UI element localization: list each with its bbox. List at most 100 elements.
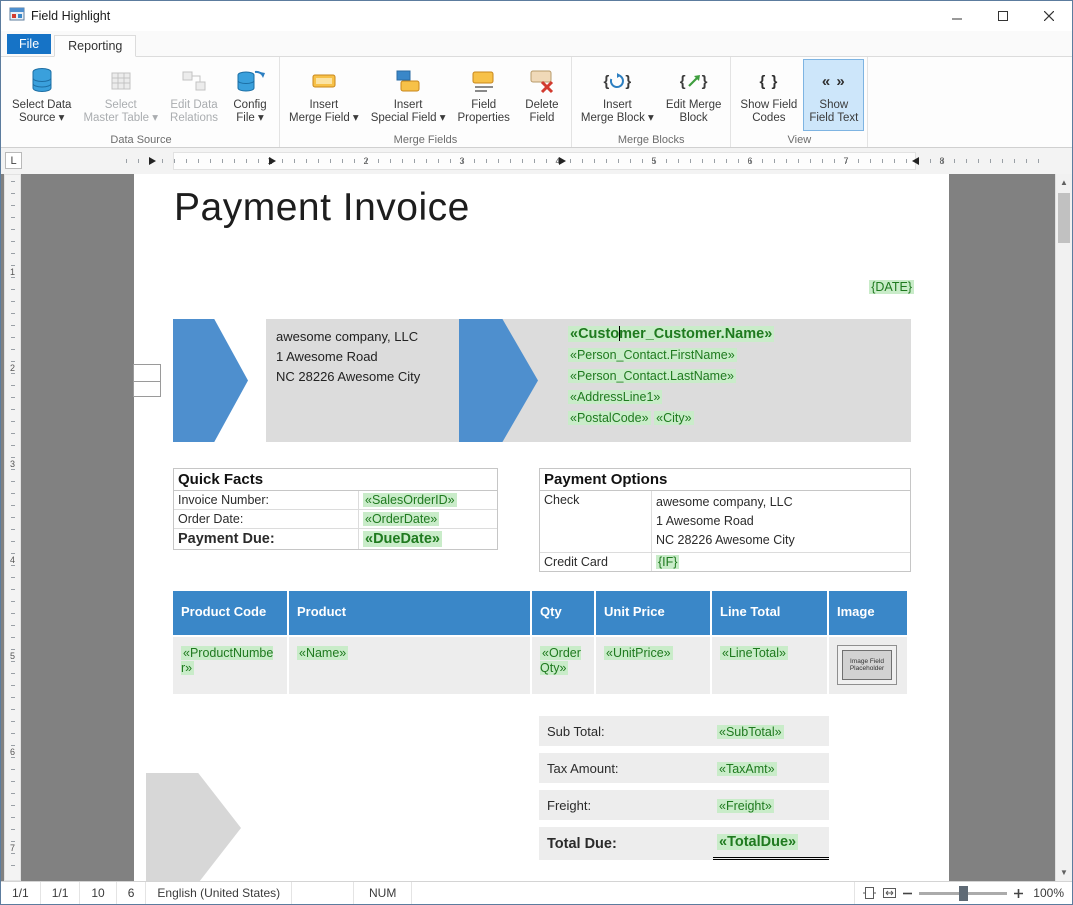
sender-address-block: awesome company, LLC 1 Awesome Road NC 2… (266, 319, 444, 442)
merge-block-edit-icon: { } (680, 63, 708, 99)
zoom-out-icon[interactable] (903, 889, 912, 898)
blue-arrow-shape[interactable] (459, 319, 538, 442)
close-button[interactable] (1026, 1, 1072, 31)
insert-merge-block-button[interactable]: { } Insert Merge Block ▾ (575, 59, 660, 131)
language-indicator[interactable]: English (United States) (146, 882, 292, 904)
city-merge-field[interactable]: «City» (654, 411, 693, 425)
unit-price-merge-field[interactable]: «UnitPrice» (604, 646, 673, 660)
button-label: Master Table ▾ (83, 112, 158, 125)
scroll-up-icon[interactable]: ▲ (1056, 174, 1072, 191)
table-row: Credit Card {IF} (540, 553, 910, 571)
row-label: Invoice Number: (174, 491, 359, 509)
ruler-number: 3 (459, 156, 464, 166)
brace-glyph: } (625, 75, 631, 88)
quick-facts-table: Quick Facts Invoice Number: «SalesOrderI… (173, 468, 498, 550)
order-date-merge-field[interactable]: «OrderDate» (363, 512, 439, 526)
scroll-down-icon[interactable]: ▼ (1056, 864, 1072, 881)
show-field-codes-button[interactable]: { } Show Field Codes (734, 59, 803, 131)
insert-merge-field-button[interactable]: Insert Merge Field ▾ (283, 59, 365, 131)
blue-arrow-shape[interactable] (173, 319, 248, 442)
ruler-number: 5 (10, 651, 15, 661)
select-master-table-button: Select Master Table ▾ (77, 59, 164, 131)
row-label: Credit Card (540, 553, 652, 571)
product-number-merge-field[interactable]: «ProductNumber» (181, 646, 273, 675)
product-table-row: «ProductNumber» «Name» «OrderQty» «UnitP… (173, 635, 907, 694)
field-properties-button[interactable]: Field Properties (452, 59, 516, 131)
horizontal-ruler[interactable]: 12345678 (26, 148, 1055, 174)
tab-file[interactable]: File (7, 34, 51, 54)
sender-line: awesome company, LLC (276, 327, 444, 347)
vertical-scrollbar[interactable]: ▲ ▼ (1055, 174, 1072, 881)
show-field-text-button[interactable]: « » Show Field Text (803, 59, 864, 131)
zoom-in-icon[interactable] (1014, 889, 1023, 898)
date-merge-field[interactable]: {DATE} (869, 280, 914, 294)
last-name-merge-field[interactable]: «Person_Contact.LastName» (568, 369, 736, 383)
sender-line: 1 Awesome Road (276, 347, 444, 367)
vertical-ruler[interactable]: 1234567 (4, 174, 21, 881)
row-label: Sub Total: (539, 724, 713, 739)
zoom-level-label[interactable]: 100% (1030, 886, 1064, 900)
ruler-number: 1 (10, 267, 15, 277)
tab-stop-selector[interactable]: L (5, 152, 22, 169)
edit-data-relations-button: Edit Data Relations (164, 59, 224, 131)
button-label: Insert (309, 99, 338, 112)
database-refresh-icon (235, 63, 265, 99)
special-field-icon (395, 63, 421, 99)
field-codes-icon: { } (759, 63, 778, 99)
first-name-merge-field[interactable]: «Person_Contact.FirstName» (568, 348, 737, 362)
text-cursor (619, 326, 620, 341)
table-row: Order Date: «OrderDate» (174, 510, 497, 529)
section-indicator: 1/1 (41, 882, 81, 904)
left-margin-marker[interactable] (149, 157, 156, 165)
check-address-line: 1 Awesome Road (656, 512, 906, 531)
select-data-source-button[interactable]: Select Data Source ▾ (6, 59, 77, 131)
edit-merge-block-button[interactable]: { } Edit Merge Block (660, 59, 728, 131)
table-column-marker[interactable] (559, 157, 566, 165)
zoom-slider[interactable] (919, 892, 1007, 895)
address-merge-field[interactable]: «AddressLine1» (568, 390, 662, 404)
totals-table: Sub Total: «SubTotal» Tax Amount: «TaxAm… (539, 716, 829, 860)
table-row: Tax Amount: «TaxAmt» (539, 753, 829, 783)
delete-field-icon (529, 63, 555, 99)
scrollbar-thumb[interactable] (1058, 193, 1070, 243)
ribbon-tab-bar: File Reporting (1, 31, 1072, 57)
button-label: Block (680, 112, 708, 125)
name-merge-field[interactable]: «Name» (297, 646, 348, 660)
table-row: Invoice Number: «SalesOrderID» (174, 491, 497, 510)
row-label: Freight: (539, 798, 713, 813)
line-total-merge-field[interactable]: «LineTotal» (720, 646, 788, 660)
tab-reporting[interactable]: Reporting (54, 35, 136, 57)
row-label: Check (540, 491, 652, 552)
right-margin-marker[interactable] (912, 157, 919, 165)
total-due-merge-field[interactable]: «TotalDue» (717, 834, 798, 850)
button-label: Merge Block ▾ (581, 112, 654, 125)
config-file-button[interactable]: Config File ▾ (224, 59, 276, 131)
gray-arrow-shape[interactable] (146, 773, 241, 881)
fit-page-icon[interactable] (863, 887, 876, 899)
table-column-marker[interactable] (269, 157, 276, 165)
image-field-placeholder[interactable]: Image Field Placeholder (837, 645, 897, 685)
sub-total-merge-field[interactable]: «SubTotal» (717, 725, 784, 739)
insert-special-field-button[interactable]: Insert Special Field ▾ (365, 59, 452, 131)
if-merge-field[interactable]: {IF} (656, 555, 679, 569)
table-row: Payment Due: «DueDate» (174, 529, 497, 549)
minimize-button[interactable] (934, 1, 980, 31)
column-header: Product (289, 591, 532, 635)
maximize-button[interactable] (980, 1, 1026, 31)
customer-name-merge-field[interactable]: «Customer_Customer.Name» (568, 326, 774, 342)
sales-order-id-merge-field[interactable]: «SalesOrderID» (363, 493, 457, 507)
zoom-slider-thumb[interactable] (959, 886, 968, 901)
table-margin-handle[interactable] (133, 364, 161, 397)
fit-width-icon[interactable] (883, 887, 896, 899)
due-date-merge-field[interactable]: «DueDate» (363, 531, 442, 547)
button-label: Edit Merge (666, 99, 722, 112)
tax-amount-merge-field[interactable]: «TaxAmt» (717, 762, 777, 776)
order-qty-merge-field[interactable]: «OrderQty» (540, 646, 581, 675)
row-label: Order Date: (174, 510, 359, 528)
group-label-merge-blocks: Merge Blocks (572, 134, 731, 146)
freight-merge-field[interactable]: «Freight» (717, 799, 774, 813)
postal-code-merge-field[interactable]: «PostalCode» (568, 411, 651, 425)
delete-field-button[interactable]: Delete Field (516, 59, 568, 131)
button-label: Merge Field ▾ (289, 112, 359, 125)
document-page[interactable]: Payment Invoice {DATE} awesome company, … (134, 174, 949, 881)
